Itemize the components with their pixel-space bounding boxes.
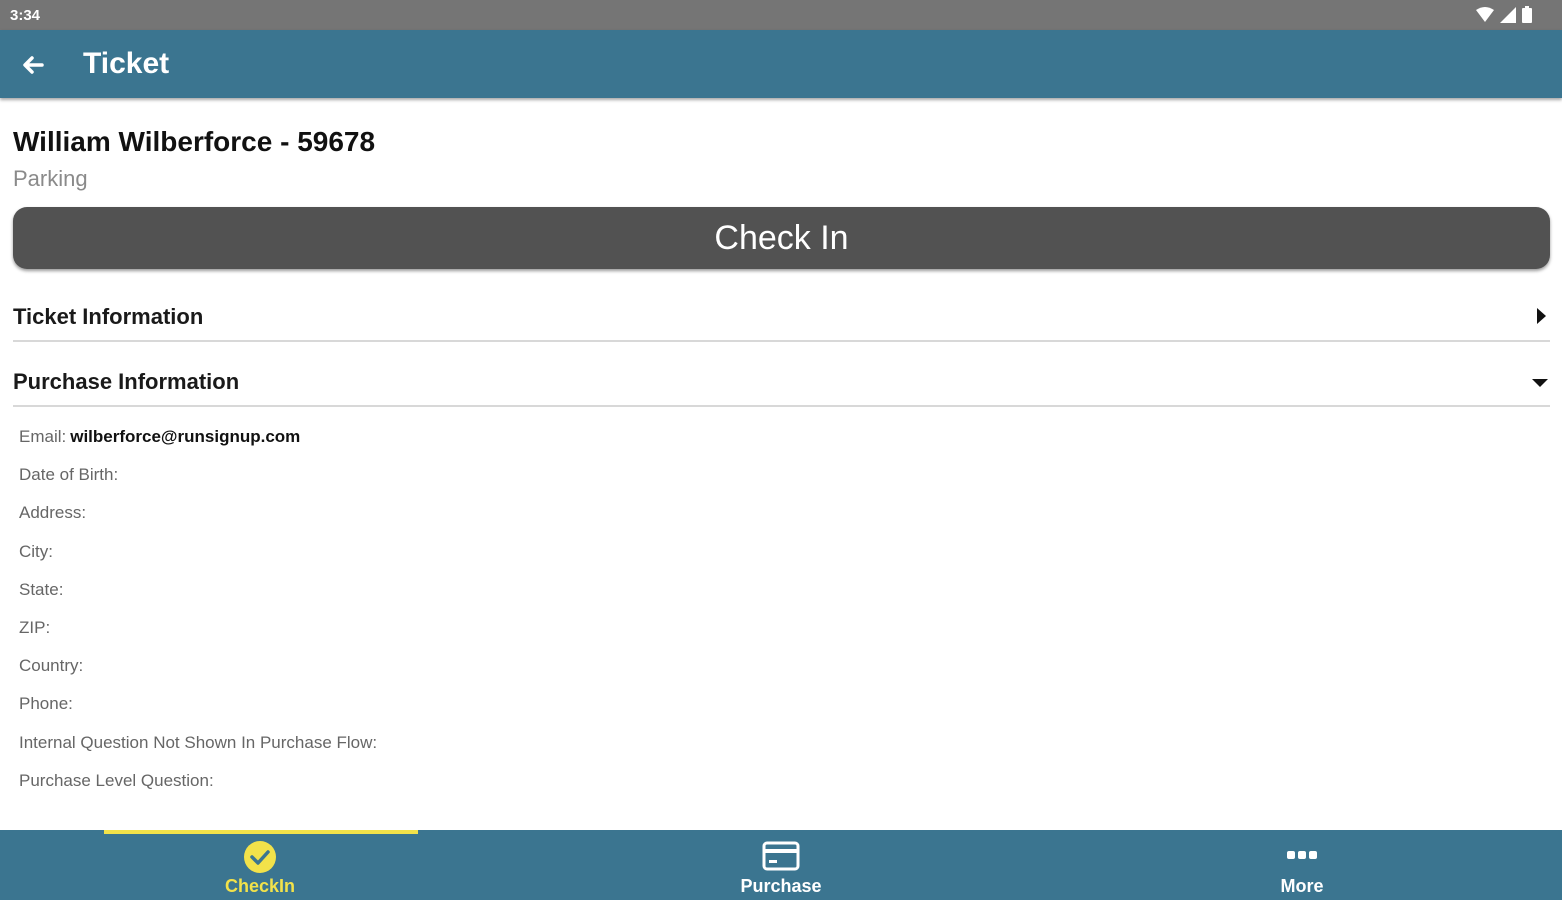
detail-address: Address: (19, 503, 87, 523)
purchase-information-section[interactable]: Purchase Information (13, 361, 1550, 407)
status-icons (1476, 6, 1532, 23)
nav-checkin[interactable]: CheckIn (0, 830, 520, 900)
detail-phone: Phone: (19, 694, 73, 714)
nav-purchase[interactable]: Purchase (521, 830, 1041, 900)
more-dots-icon (1287, 851, 1317, 859)
arrow-back-icon (23, 56, 44, 74)
bottom-navigation: CheckIn Purchase More (0, 830, 1562, 900)
detail-city: City: (19, 541, 53, 561)
status-time: 3:34 (10, 7, 41, 24)
page-title: Ticket (83, 47, 170, 80)
nav-purchase-label: Purchase (740, 876, 822, 896)
purchase-details: Email: wilberforce@runsignup.com Date of … (19, 426, 381, 808)
app-bar: Ticket (0, 30, 1562, 98)
chevron-right-icon (1537, 308, 1546, 324)
nav-checkin-label: CheckIn (224, 876, 296, 896)
chevron-down-icon (1532, 379, 1548, 387)
nav-more-label: More (1280, 876, 1324, 896)
detail-country: Country: (19, 656, 84, 676)
signal-icon (1500, 6, 1516, 23)
check-circle-icon (244, 841, 276, 873)
detail-email: Email: wilberforce@runsignup.com (19, 427, 301, 446)
nav-more[interactable]: More (1042, 830, 1562, 900)
battery-icon (1522, 6, 1532, 23)
detail-state: State: (19, 579, 64, 599)
ticket-type: Parking (13, 166, 88, 191)
purchase-information-label: Purchase Information (13, 369, 240, 394)
ticket-information-section[interactable]: Ticket Information (13, 296, 1550, 342)
ticket-holder-name: William Wilberforce - 59678 (13, 126, 376, 157)
detail-internal-question: Internal Question Not Shown In Purchase … (19, 732, 378, 752)
email-value: wilberforce@runsignup.com (70, 427, 301, 446)
detail-zip: ZIP: (19, 617, 51, 637)
credit-card-icon (762, 841, 800, 871)
detail-purchase-level-question: Purchase Level Question: (19, 770, 214, 790)
detail-dob: Date of Birth: (19, 465, 119, 485)
ticket-information-label: Ticket Information (13, 304, 204, 329)
back-button[interactable] (18, 50, 48, 80)
wifi-icon (1476, 6, 1494, 22)
status-bar: 3:34 (0, 0, 1562, 30)
check-in-button[interactable]: Check In (13, 207, 1550, 269)
